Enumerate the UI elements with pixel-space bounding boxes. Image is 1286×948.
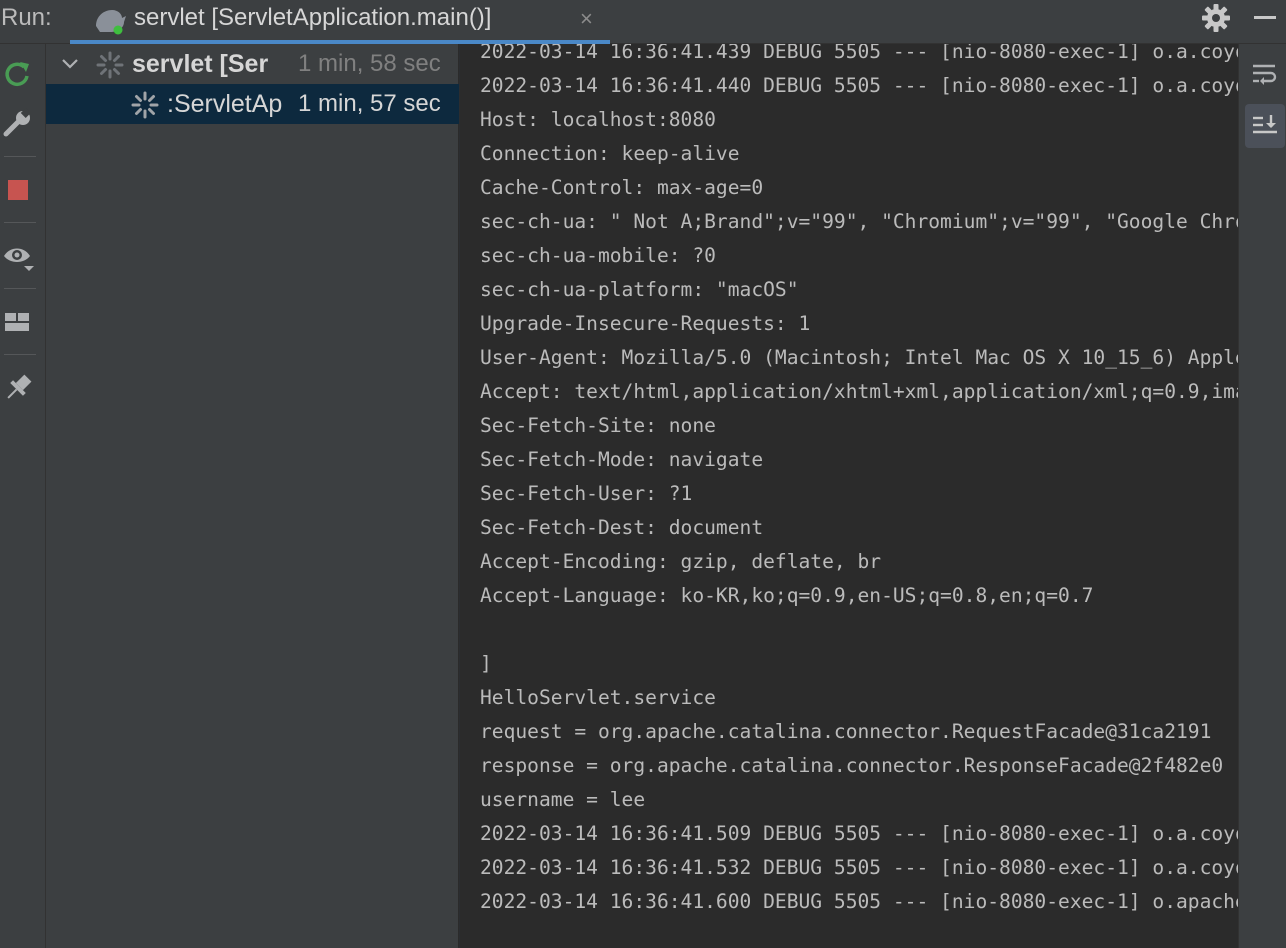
console-line: Cache-Control: max-age=0 — [480, 176, 764, 199]
console-line: Sec-Fetch-User: ?1 — [480, 482, 693, 505]
scroll-to-end-button[interactable] — [1245, 104, 1285, 148]
toolbar-separator — [4, 156, 36, 157]
run-tree-panel: servlet [Ser 1 min, 58 sec :ServletAp 1 … — [46, 44, 459, 948]
console-line: Host: localhost:8080 — [480, 108, 716, 131]
run-label: Run: — [1, 4, 52, 31]
console-line: request = org.apache.catalina.connector.… — [480, 720, 1212, 743]
console-line: Upgrade-Insecure-Requests: 1 — [480, 312, 811, 335]
scroll-to-end-icon — [1253, 115, 1277, 134]
console-line: Accept-Encoding: gzip, deflate, br — [480, 550, 882, 573]
tree-item-label: :ServletAp — [167, 90, 283, 118]
running-spinner-icon — [96, 51, 124, 79]
console-line: username = lee — [480, 788, 646, 811]
eye-icon[interactable] — [2, 240, 34, 272]
console-line: Connection: keep-alive — [480, 142, 740, 165]
console-line: ] — [480, 652, 492, 675]
toolbar-separator — [4, 354, 36, 355]
run-left-toolbar — [0, 44, 46, 948]
stop-icon[interactable] — [2, 174, 34, 206]
minimize-icon[interactable] — [1254, 16, 1276, 19]
wrench-icon[interactable] — [2, 108, 34, 140]
spring-boot-run-icon — [96, 10, 126, 35]
console-line: Accept-Language: ko-KR,ko;q=0.9,en-US;q=… — [480, 584, 1094, 607]
console-line: 2022-03-14 16:36:41.509 DEBUG 5505 --- [… — [480, 822, 1238, 845]
console-line: Sec-Fetch-Mode: navigate — [480, 448, 764, 471]
run-tool-window-header: Run: servlet [ServletApplication.main()]… — [0, 0, 1286, 44]
console-line: Accept: text/html,application/xhtml+xml,… — [480, 380, 1238, 403]
console-line: 2022-03-14 16:36:41.532 DEBUG 5505 --- [… — [480, 856, 1238, 879]
console-line: sec-ch-ua-mobile: ?0 — [480, 244, 716, 267]
soft-wrap-icon[interactable] — [1251, 60, 1279, 88]
run-right-toolbar — [1238, 44, 1286, 948]
console-output[interactable]: 2022-03-14 16:36:41.439 DEBUG 5505 --- [… — [460, 44, 1238, 948]
tree-item-servlet[interactable]: servlet [Ser 1 min, 58 sec — [46, 44, 459, 84]
console-line: Sec-Fetch-Dest: document — [480, 516, 764, 539]
console-line: 2022-03-14 16:36:41.440 DEBUG 5505 --- [… — [480, 74, 1238, 97]
console-line: sec-ch-ua: " Not A;Brand";v="99", "Chrom… — [480, 210, 1238, 233]
console-line: User-Agent: Mozilla/5.0 (Macintosh; Inte… — [480, 346, 1238, 369]
chevron-down-icon[interactable] — [60, 54, 80, 74]
console-line: HelloServlet.service — [480, 686, 716, 709]
run-tab-title: servlet [ServletApplication.main()] — [134, 4, 492, 31]
close-icon[interactable]: × — [580, 6, 593, 32]
tree-item-servletapplication[interactable]: :ServletAp 1 min, 57 sec — [46, 84, 459, 124]
layout-icon[interactable] — [2, 306, 34, 338]
rerun-icon[interactable] — [2, 58, 34, 90]
tree-item-label: servlet [Ser — [132, 50, 269, 78]
gear-icon[interactable] — [1200, 2, 1232, 34]
tree-item-duration: 1 min, 57 sec — [298, 90, 441, 117]
run-tab-servlet[interactable]: servlet [ServletApplication.main()] × — [70, 0, 610, 44]
console-line: response = org.apache.catalina.connector… — [480, 754, 1224, 777]
running-spinner-icon — [131, 91, 159, 119]
pin-icon[interactable] — [2, 372, 34, 404]
console-line: 2022-03-14 16:36:41.600 DEBUG 5505 --- [… — [480, 890, 1238, 913]
tree-item-duration: 1 min, 58 sec — [298, 50, 441, 77]
console-line: 2022-03-14 16:36:41.439 DEBUG 5505 --- [… — [480, 44, 1238, 63]
toolbar-separator — [4, 288, 36, 289]
toolbar-separator — [4, 222, 36, 223]
console-line: Sec-Fetch-Site: none — [480, 414, 716, 437]
console-lines: 2022-03-14 16:36:41.439 DEBUG 5505 --- [… — [480, 44, 1238, 919]
console-line: sec-ch-ua-platform: "macOS" — [480, 278, 799, 301]
